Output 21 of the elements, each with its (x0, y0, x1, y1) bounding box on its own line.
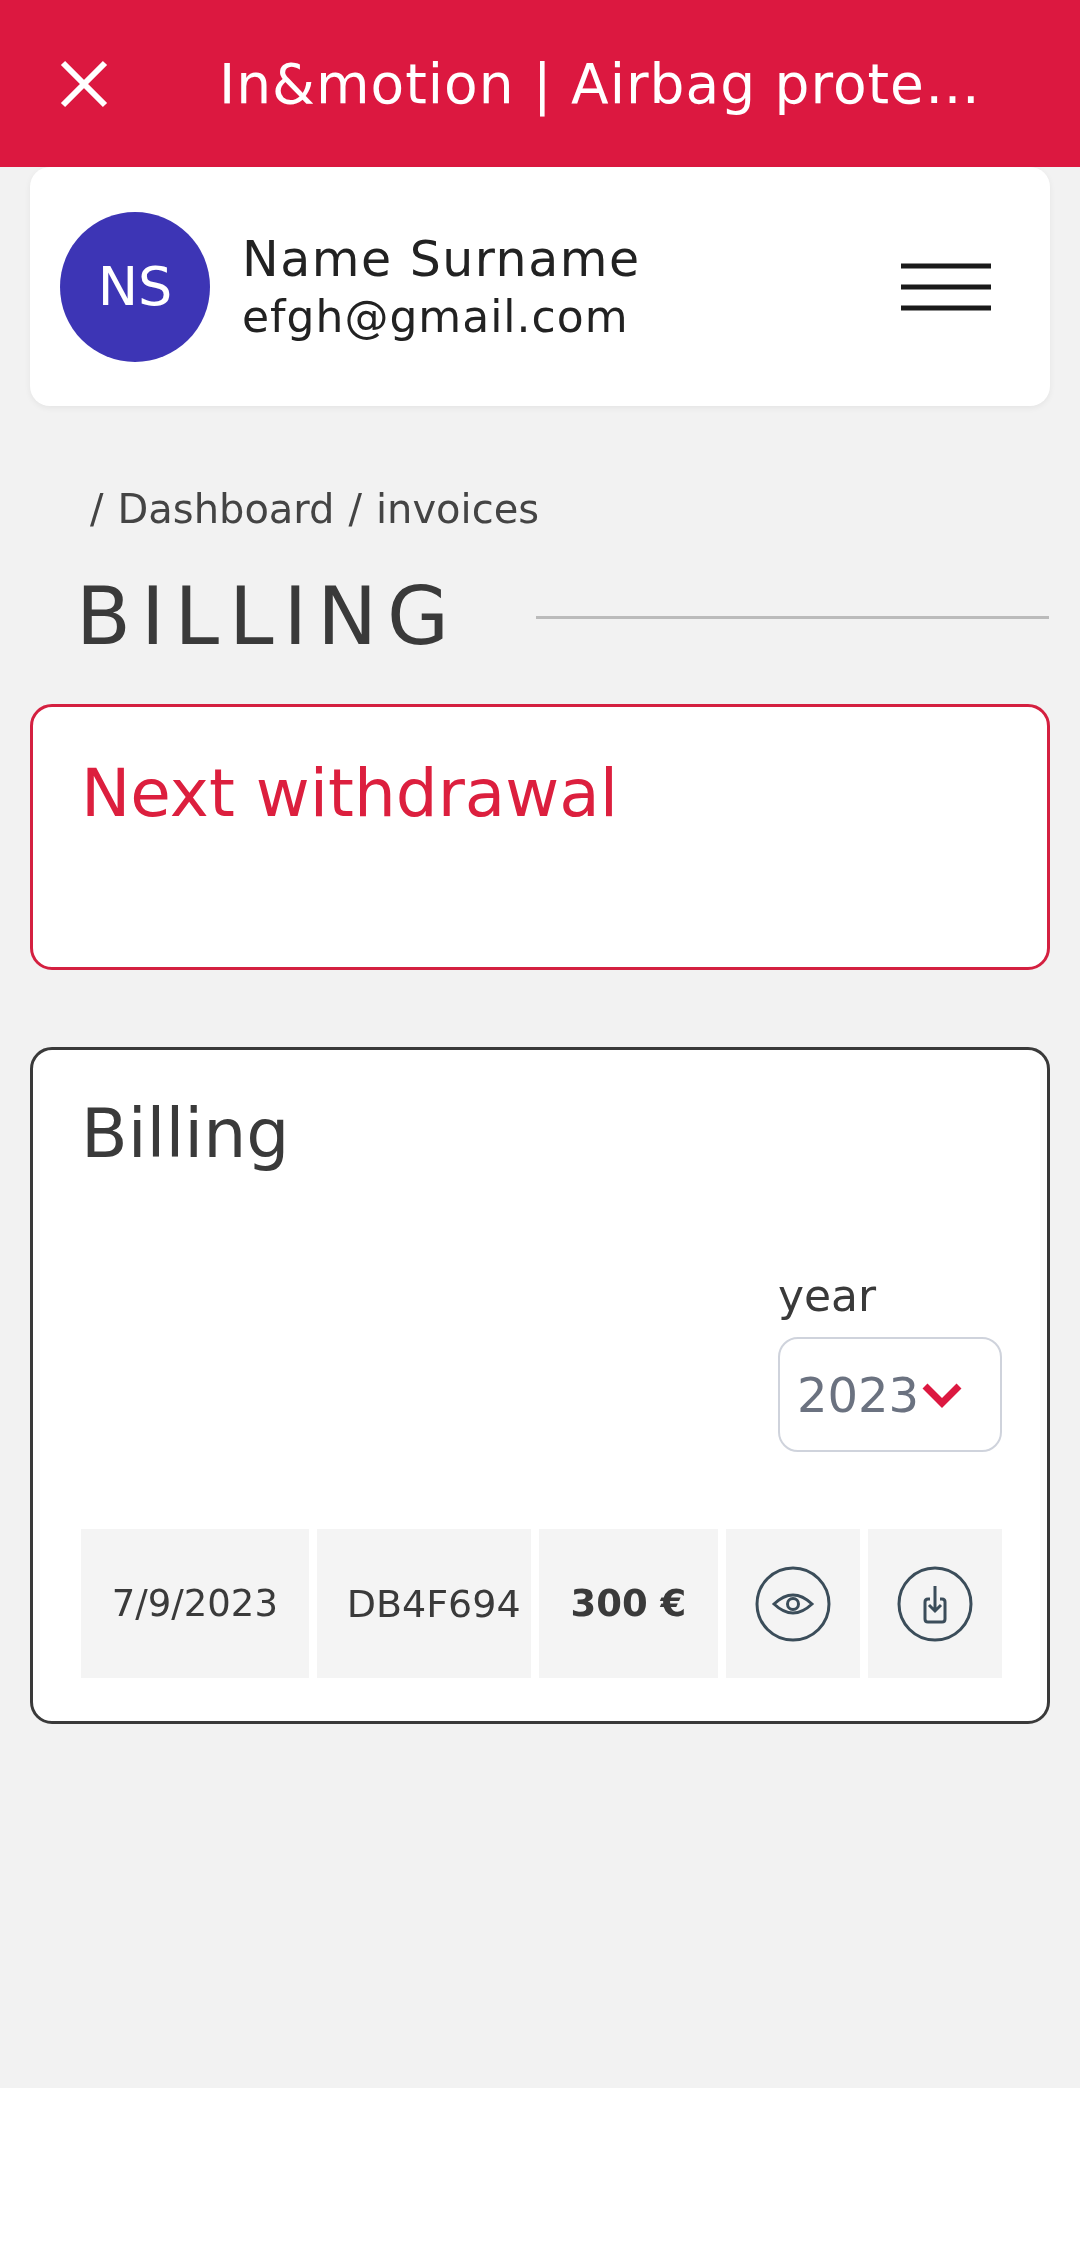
field-label: year (778, 1269, 878, 1322)
breadcrumb-separator: / (90, 485, 104, 533)
menu-icon[interactable] (901, 262, 991, 311)
chevron-down-icon (922, 1381, 963, 1408)
date-cell: 7/9/2023 (81, 1529, 309, 1678)
avatar: NS (60, 211, 210, 362)
breadcrumb-link[interactable]: Dashboard (117, 485, 335, 533)
year-select[interactable]: 2023 (778, 1337, 1002, 1452)
page-title: In&motion | Airbag prote… (219, 51, 981, 116)
close-icon[interactable] (60, 59, 108, 108)
eye-icon[interactable] (755, 1565, 832, 1642)
amount-cell: 300 € (538, 1529, 719, 1678)
breadcrumb-link[interactable]: invoices (376, 485, 540, 533)
section-heading: BILLING (76, 569, 460, 665)
user-email: efgh@gmail.com (242, 289, 630, 344)
user-name: Name Surname (242, 229, 641, 290)
card-title: Billing (81, 1094, 291, 1174)
download-icon[interactable] (897, 1565, 974, 1642)
breadcrumb-separator: / (348, 485, 362, 533)
reference-cell: DB4F694 (316, 1529, 531, 1678)
card-title: Next withdrawal (81, 754, 619, 833)
